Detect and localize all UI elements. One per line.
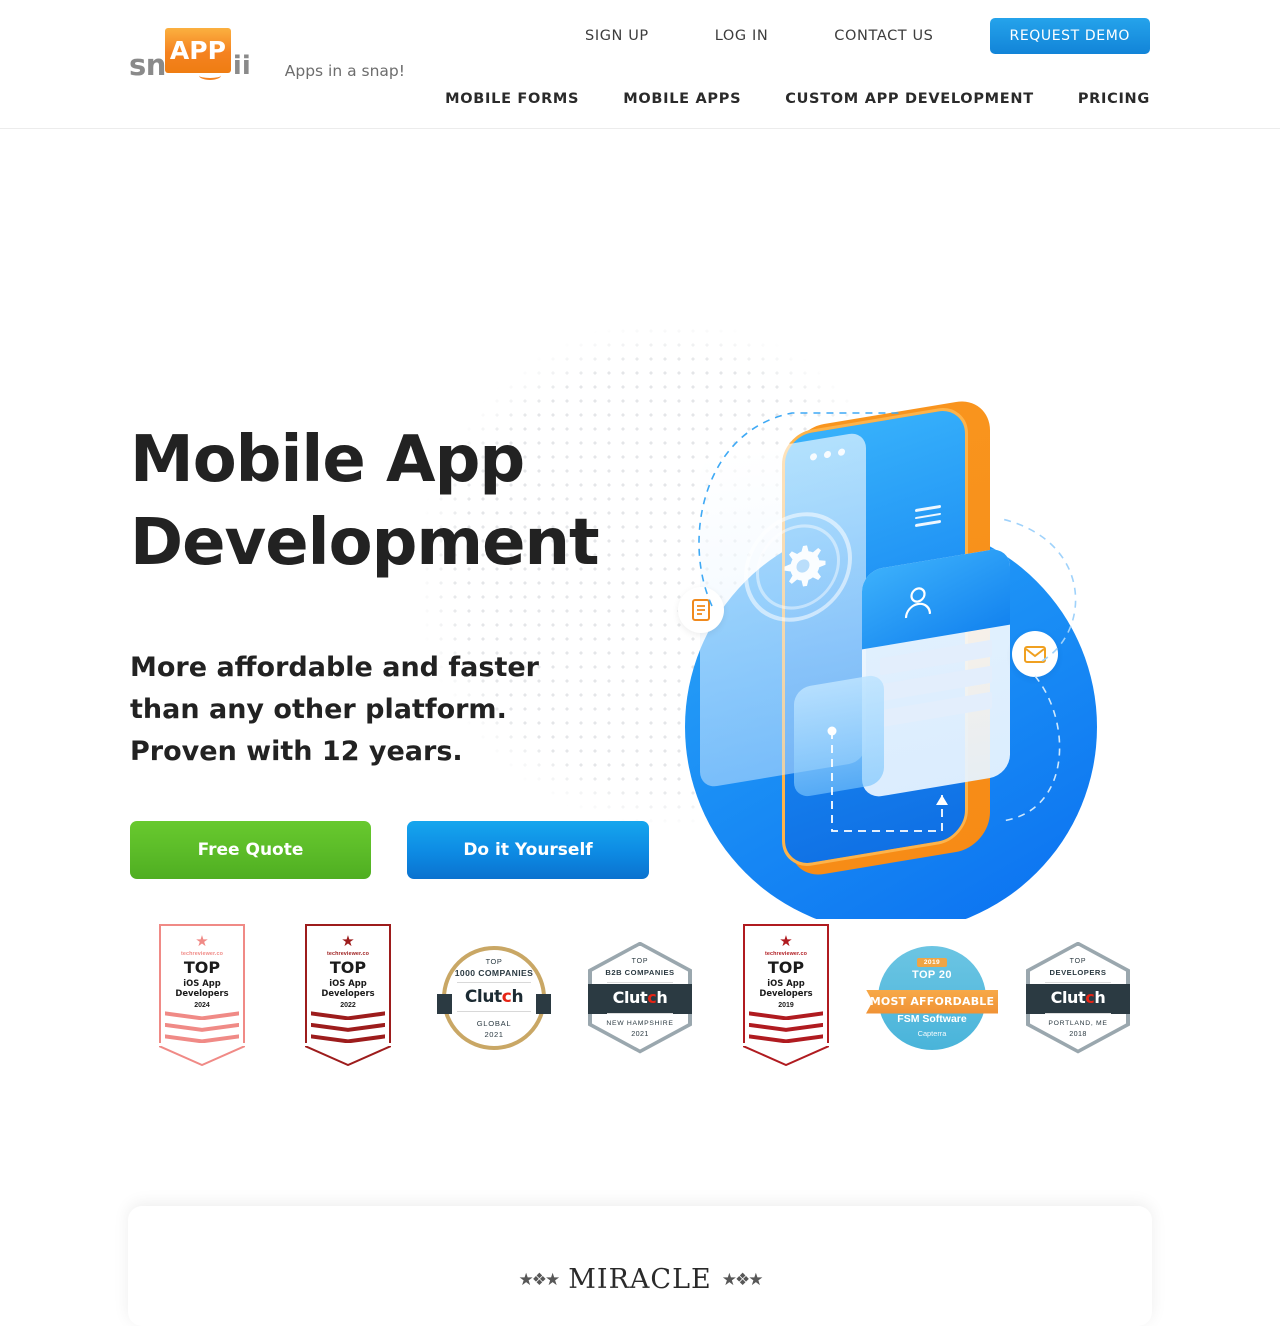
badge-category: FSM Software [897,1012,967,1025]
badge-year: 2021 [631,1028,649,1038]
hero-title-line-2: Development [130,506,600,581]
hero-title-line-1: Mobile App [130,423,525,497]
badge-brand: techreviewer.co [765,951,807,958]
clutch-logo: Clutch [1050,987,1106,1007]
badge-top-label: TOP [767,958,805,978]
nav-contact-us[interactable]: CONTACT US [801,19,966,54]
badge-chevrons [311,1011,385,1044]
page-title: Mobile App Development [130,419,670,585]
badge-year: 2021 [484,1029,504,1039]
nav-log-in[interactable]: LOG IN [682,19,802,54]
badge-top-label: TOP 20 [912,968,952,981]
award-badges-row: ★ techreviewer.co TOP iOS App Developers… [0,924,1280,1070]
hero-section: Mobile App Development More affordable a… [0,129,1280,919]
nav-pricing[interactable]: PRICING [1056,86,1150,112]
badge-category-1: iOS App [183,977,221,988]
clutch-logo: Clutch [464,986,524,1007]
star-icon: ★ [341,933,355,951]
hero-subtitle: More affordable and faster than any othe… [130,647,670,773]
logo-smile-icon [199,71,221,80]
badge-category: 1000 COMPANIES [454,967,534,978]
badge-brand: techreviewer.co [327,951,369,958]
badge-shield-point [742,1044,830,1066]
badge-chevrons [749,1011,823,1044]
hero-buttons: Free Quote Do it Yourself [130,820,670,879]
badge-category-1: iOS App [329,977,367,988]
badge-chevrons [165,1011,239,1044]
nav-sign-up[interactable]: SIGN UP [552,19,682,54]
badge-location: NEW HAMPSHIRE [606,1019,674,1027]
do-it-yourself-button[interactable]: Do it Yourself [407,820,649,879]
top-nav: SIGN UP LOG IN CONTACT US REQUEST DEMO [552,18,1150,54]
badge-clutch-global-2021[interactable]: TOP 1000 COMPANIES Clutch GLOBAL 2021 [421,935,567,1060]
badge-techreviewer-2024[interactable]: ★ techreviewer.co TOP iOS App Developers… [129,924,275,1066]
capterra-brand: Capterra [917,1028,947,1038]
logo-text-app: APP [164,28,231,73]
badge-category-2: Developers [175,988,229,999]
badge-top-label: TOP [1069,957,1087,965]
snappii-logo[interactable]: sn APP ii [129,28,251,86]
logo-text-ii: ii [232,51,251,81]
badge-year: 2019 [916,957,948,967]
badge-category-2: Developers [321,988,375,999]
nav-custom-app-development[interactable]: CUSTOM APP DEVELOPMENT [763,86,1056,112]
hero-copy: Mobile App Development More affordable a… [130,419,670,879]
badge-location: GLOBAL [476,1018,512,1028]
nav-mobile-forms[interactable]: MOBILE FORMS [423,86,601,112]
badge-location: PORTLAND, ME [1048,1019,1108,1027]
hero-subtitle-line-1: More affordable and faster [130,652,539,684]
badge-brand: techreviewer.co [181,951,223,958]
hero-illustration [672,391,1112,919]
badge-top-label: TOP [485,956,503,966]
tagline: Apps in a snap! [284,62,405,80]
request-demo-button[interactable]: REQUEST DEMO [989,18,1150,54]
free-quote-button[interactable]: Free Quote [130,820,371,879]
main-nav: MOBILE FORMS MOBILE APPS CUSTOM APP DEVE… [423,86,1150,112]
logo-text-sn: sn [129,48,166,82]
badge-year: 2022 [340,1002,356,1010]
badge-clutch-portland-2018[interactable]: TOP DEVELOPERS Clutch PORTLAND, ME 2018 [1005,935,1151,1060]
badge-capterra-most-affordable-2019[interactable]: 2019 TOP 20 MOST AFFORDABLE FSM Software… [859,935,1005,1060]
badge-top-label: TOP [631,957,649,965]
badge-shield-point [304,1044,392,1066]
clutch-logo: Clutch [612,987,668,1007]
badge-techreviewer-2022[interactable]: ★ techreviewer.co TOP iOS App Developers… [275,924,421,1066]
badge-category-1: iOS App [767,977,805,988]
badge-category: B2B COMPANIES [605,967,675,977]
brand[interactable]: sn APP ii Apps in a snap! [129,28,405,86]
badge-category-2: Developers [759,988,813,999]
badge-top-label: TOP [183,958,221,978]
badge-year: 2024 [194,1002,210,1010]
badge-shield-point [158,1044,246,1066]
site-header: sn APP ii Apps in a snap! SIGN UP LOG IN… [0,0,1280,129]
badge-category: DEVELOPERS [1049,967,1107,977]
badge-techreviewer-2019[interactable]: ★ techreviewer.co TOP iOS App Developers… [713,924,859,1066]
badge-year: 2019 [778,1002,794,1010]
badge-year: 2018 [1069,1028,1087,1038]
nav-mobile-apps[interactable]: MOBILE APPS [601,86,763,112]
badge-top-label: TOP [329,958,367,978]
hero-subtitle-line-2: than any other platform. [130,694,507,726]
badge-clutch-new-hampshire-2021[interactable]: TOP B2B COMPANIES Clutch NEW HAMPSHIRE 2… [567,935,713,1060]
hero-subtitle-line-3: Proven with 12 years. [130,736,463,768]
star-icon: ★ [779,933,793,951]
badge-ribbon: MOST AFFORDABLE [866,989,998,1014]
illustration-dashed-paths [698,412,1077,832]
star-icon: ★ [195,933,209,951]
client-logo-card: ★❖★ MIRACLE ★❖★ [128,1206,1152,1326]
